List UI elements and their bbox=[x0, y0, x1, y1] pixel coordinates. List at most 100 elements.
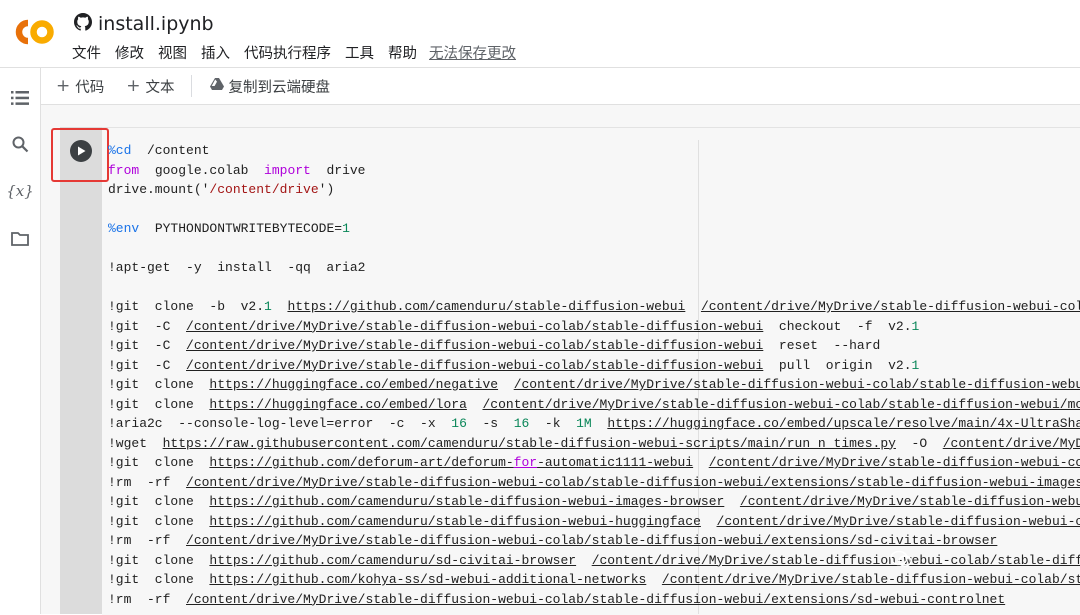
code-link[interactable]: /content/drive/MyDrive/stable-diffusion-… bbox=[186, 592, 1005, 607]
copy-to-drive-button[interactable]: 复制到云端硬盘 bbox=[202, 76, 339, 97]
code-token: !git clone bbox=[108, 513, 210, 529]
unsaved-changes-link[interactable]: 无法保存更改 bbox=[429, 42, 516, 64]
code-token: !rm -rf bbox=[108, 533, 187, 548]
code-link[interactable]: https://github.com/kohya-ss/sd-webui-add… bbox=[209, 572, 646, 587]
code-line: !git clone https://github.com/camenduru/… bbox=[108, 512, 1080, 532]
code-token: checkout -f v2. bbox=[763, 318, 912, 334]
code-link[interactable]: https://github.com/camenduru/stable-diff… bbox=[209, 514, 700, 529]
notebook-toolbar: + 代码 + 文本 复制到云端硬盘 bbox=[40, 68, 1080, 104]
notebook-title[interactable]: install.ipynb bbox=[74, 10, 214, 38]
code-link[interactable]: https://huggingface.co/embed/upscale/res… bbox=[607, 416, 1080, 431]
code-token: drive bbox=[310, 162, 366, 178]
menu-insert[interactable]: 插入 bbox=[201, 42, 230, 64]
run-button-highlight bbox=[51, 128, 109, 182]
code-token: for bbox=[513, 455, 538, 470]
code-link[interactable]: https://huggingface.co/embed/negative bbox=[209, 377, 498, 392]
code-token: google.colab bbox=[139, 162, 265, 178]
code-link[interactable]: /content/drive/MyDrive/stable-diffusion-… bbox=[592, 553, 1080, 568]
code-link[interactable]: /content/drive/MyDrive/stable-diffusion-… bbox=[701, 299, 1080, 314]
code-token: !git -C bbox=[108, 338, 187, 353]
code-token: !git clone bbox=[108, 494, 210, 509]
code-line: %cd /content bbox=[108, 141, 1080, 161]
code-line: !apt-get -y install -qq aria2 bbox=[108, 258, 1080, 278]
code-token: 1M bbox=[576, 416, 592, 431]
add-code-label: 代码 bbox=[75, 79, 105, 96]
menu-view[interactable]: 视图 bbox=[158, 42, 187, 64]
code-token: !git clone bbox=[108, 572, 210, 587]
code-line: !rm -rf /content/drive/MyDrive/stable-di… bbox=[108, 531, 1080, 551]
code-link[interactable]: /content/drive/MyDrive/stable-diffusion-… bbox=[186, 338, 763, 353]
code-token: !git clone bbox=[108, 396, 210, 412]
code-token: import bbox=[264, 162, 311, 178]
code-link[interactable]: /content/drive/MyDrive/stable-diffusion-… bbox=[740, 494, 1080, 509]
code-link[interactable]: /content/drive/MyDrive/stable-diffusion-… bbox=[662, 572, 1080, 587]
code-link[interactable]: /content/drive/MyDrive/stable-diffusion-… bbox=[186, 475, 1080, 490]
folder-icon[interactable] bbox=[9, 228, 31, 250]
code-line: !git clone -b v2.1 https://github.com/ca… bbox=[108, 297, 1080, 317]
menu-bar: 文件 修改 视图 插入 代码执行程序 工具 帮助 无法保存更改 bbox=[72, 42, 530, 64]
colab-logo[interactable] bbox=[10, 12, 60, 52]
code-link[interactable]: /content/drive/MyDrive/stable-diffusion-… bbox=[186, 358, 763, 373]
code-token: 1 bbox=[264, 299, 272, 314]
menu-edit[interactable]: 修改 bbox=[115, 42, 144, 64]
code-token: -O bbox=[895, 435, 943, 451]
code-link[interactable]: https://huggingface.co/embed/lora bbox=[209, 397, 466, 412]
code-line: !rm -rf /content/drive/MyDrive/stable-di… bbox=[108, 473, 1080, 493]
code-link[interactable]: /content/drive/MyDrive/stable-diffusion-… bbox=[482, 397, 1080, 412]
menu-help[interactable]: 帮助 bbox=[388, 42, 417, 64]
code-line: !rm -rf /content/drive/MyDrive/stable-di… bbox=[108, 590, 1080, 610]
code-token: 16 bbox=[513, 416, 530, 431]
code-token: 1 bbox=[911, 357, 920, 373]
code-link[interactable]: -automatic1111-webui bbox=[537, 455, 693, 470]
variables-icon[interactable]: {x} bbox=[6, 180, 34, 202]
code-link[interactable]: https://github.com/camenduru/stable-diff… bbox=[209, 494, 724, 509]
menu-runtime[interactable]: 代码执行程序 bbox=[244, 42, 331, 64]
add-code-button[interactable]: + 代码 bbox=[48, 76, 112, 97]
code-line: !git -C /content/drive/MyDrive/stable-di… bbox=[108, 336, 1080, 356]
code-token: !aria2c --console-log-level=error -c -x bbox=[108, 416, 452, 431]
code-token: /content/drive bbox=[209, 182, 319, 197]
code-link[interactable]: https://github.com/deforum-art/deforum- bbox=[209, 455, 513, 470]
code-line: %env PYTHONDONTWRITEBYTECODE=1 bbox=[108, 219, 1080, 239]
code-link[interactable]: /content/drive/MyDrive/stable-diffusion-… bbox=[186, 319, 763, 334]
code-token: !git clone bbox=[108, 377, 210, 392]
code-token: /content bbox=[131, 143, 210, 158]
code-line: !wget https://raw.githubusercontent.com/… bbox=[108, 434, 1080, 454]
drive-icon bbox=[209, 78, 224, 94]
code-token: -s bbox=[466, 416, 514, 431]
code-link[interactable]: https://github.com/camenduru/sd-civitai-… bbox=[209, 553, 576, 568]
code-token: pull origin v2. bbox=[763, 357, 912, 373]
search-icon[interactable] bbox=[9, 133, 31, 155]
code-token: !git -C bbox=[108, 318, 187, 334]
code-token: !git -C bbox=[108, 357, 187, 373]
code-link[interactable]: /content/drive/MyDrive/stable-diffusion-… bbox=[709, 455, 1080, 470]
code-link[interactable]: /content/drive/MyDrive/stable-diffusion-… bbox=[717, 514, 1080, 529]
menu-tools[interactable]: 工具 bbox=[345, 42, 374, 64]
code-token: reset --hard bbox=[763, 338, 881, 353]
menu-file[interactable]: 文件 bbox=[72, 42, 101, 64]
code-link[interactable]: /content/drive/MyDrive/stable-diffusion-… bbox=[514, 377, 1080, 392]
code-line: !aria2c --console-log-level=error -c -x … bbox=[108, 414, 1080, 434]
code-link[interactable]: /content/drive/MyDrive/st bbox=[943, 436, 1080, 451]
code-editor[interactable]: %cd /content from google.colab import dri… bbox=[108, 141, 1080, 614]
code-token: %cd bbox=[108, 143, 132, 158]
code-token: !git clone bbox=[108, 455, 210, 470]
add-text-button[interactable]: + 文本 bbox=[118, 76, 182, 97]
code-line: from google.colab import drive bbox=[108, 161, 1080, 181]
code-link[interactable]: https://raw.githubusercontent.com/camend… bbox=[163, 436, 896, 451]
code-link[interactable]: /content/drive/MyDrive/stable-diffusion-… bbox=[186, 533, 997, 548]
code-link[interactable]: https://github.com/camenduru/stable-diff… bbox=[287, 299, 685, 314]
toc-icon[interactable] bbox=[9, 87, 31, 109]
code-line: !git clone https://huggingface.co/embed/… bbox=[108, 375, 1080, 395]
code-token: !wget bbox=[108, 435, 163, 451]
code-line: drive.mount('/content/drive') bbox=[108, 180, 1080, 200]
code-token: PYTHONDONTWRITEBYTECODE= bbox=[139, 221, 343, 236]
